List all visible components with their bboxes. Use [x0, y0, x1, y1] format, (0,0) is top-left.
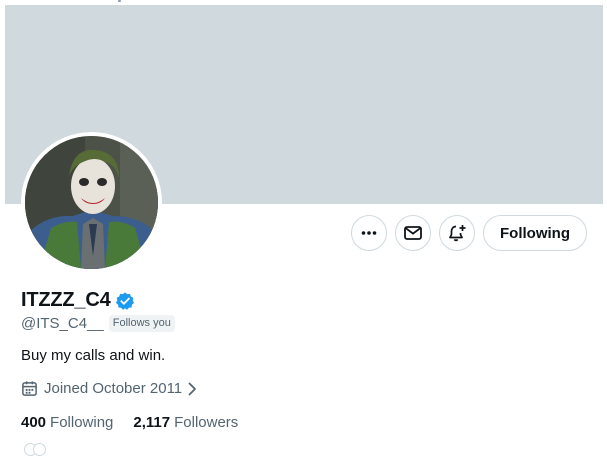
more-button[interactable] — [351, 215, 387, 251]
followers-label: Followers — [174, 414, 239, 431]
following-button[interactable]: Following — [483, 215, 587, 251]
follows-you-badge: Follows you — [108, 315, 175, 332]
message-button[interactable] — [395, 215, 431, 251]
joined-date-row[interactable]: Joined October 2011 — [21, 380, 198, 397]
profile-actions: Following — [0, 215, 607, 253]
follow-stats: 400 Following 2,117 Followers — [21, 414, 258, 431]
followers-stat-link[interactable]: 2,117 Followers — [133, 414, 238, 431]
handle-row: @ITS_C4__ Follows you — [21, 315, 175, 332]
bell-plus-icon — [449, 225, 466, 242]
followers-count: 2,117 — [133, 414, 171, 431]
display-name: ITZZZ_C4 — [21, 289, 111, 311]
mini-avatar — [33, 443, 46, 456]
notifications-button[interactable] — [439, 215, 475, 251]
top-edge-mark — [118, 0, 121, 2]
chevron-right-icon — [186, 381, 198, 397]
verified-badge-icon[interactable] — [115, 291, 135, 311]
following-label: Following — [50, 414, 114, 431]
followed-by-avatars — [24, 442, 60, 456]
name-row: ITZZZ_C4 — [21, 289, 135, 312]
mail-icon — [404, 226, 422, 240]
user-handle: @ITS_C4__ — [21, 315, 104, 332]
following-stat-link[interactable]: 400 Following — [21, 414, 113, 431]
calendar-icon — [21, 380, 38, 397]
following-count: 400 — [21, 414, 47, 431]
joined-date: Joined October 2011 — [44, 380, 183, 397]
more-icon — [361, 231, 377, 235]
profile-bio: Buy my calls and win. — [21, 347, 166, 364]
